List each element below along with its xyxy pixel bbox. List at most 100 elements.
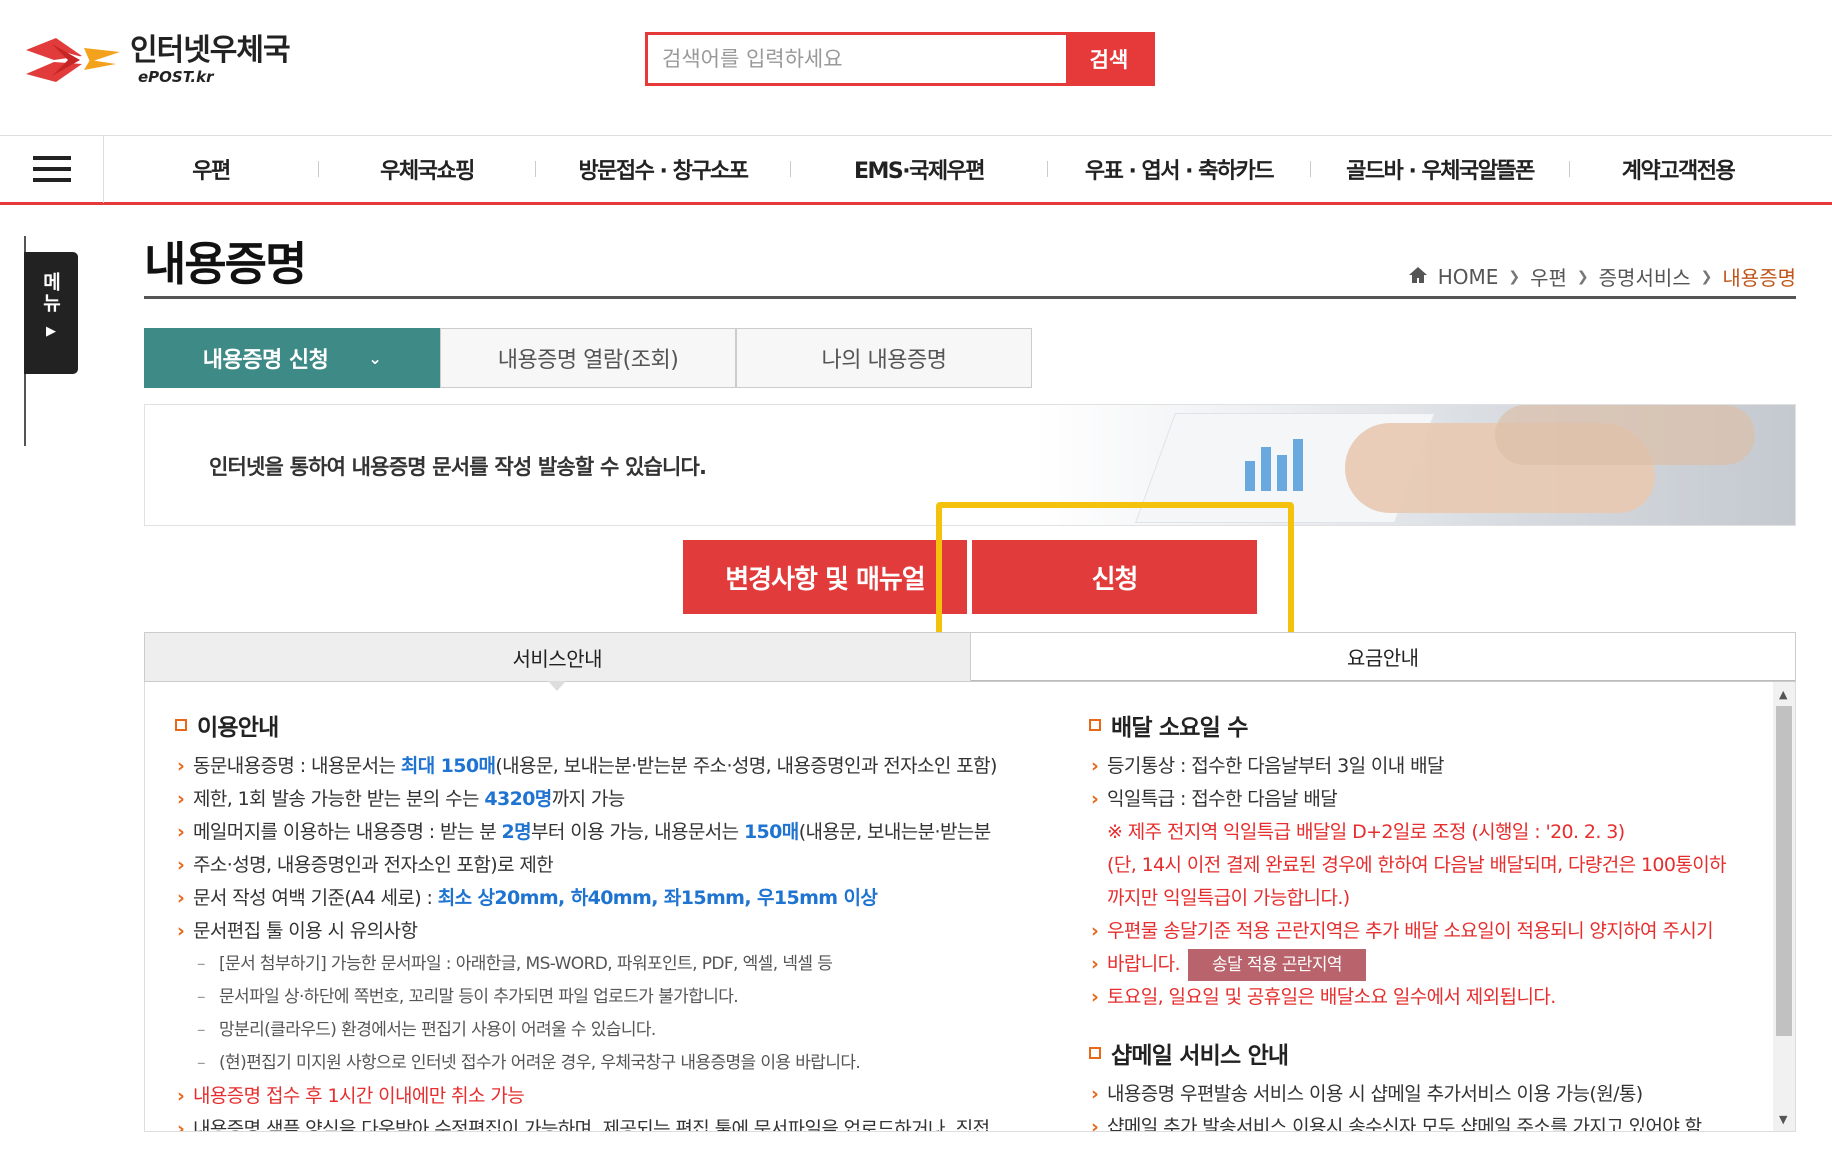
content-tabs: 내용증명 신청 ⌄ 내용증명 열람(조회) 나의 내용증명 (144, 328, 1032, 388)
title-divider (144, 296, 1796, 299)
nav-item-shopping[interactable]: 우체국쇼핑 (319, 153, 535, 185)
breadcrumb-current[interactable]: 내용증명 (1722, 262, 1796, 291)
sub-list-item: 망분리(클라우드) 환경에서는 편집기 사용이 어려울 수 있습니다. (175, 1014, 1035, 1047)
list-text: 메일머지를 이용하는 내용증명 : 받는 분 (193, 821, 502, 843)
highlight-text: 2명 (501, 821, 532, 843)
nav-item-goldbar[interactable]: 골드바 · 우체국알뜰폰 (1311, 153, 1569, 185)
logo-mark-icon (24, 34, 124, 86)
home-icon (1408, 265, 1428, 289)
nav-item-contract[interactable]: 계약고객전용 (1570, 153, 1786, 185)
nav-item-stamps[interactable]: 우표 · 엽서 · 축하카드 (1048, 153, 1310, 185)
tab-view[interactable]: 내용증명 열람(조회) (440, 328, 736, 388)
list-item-continued: 바랍니다. 송달 적용 곤란지역 (1089, 948, 1759, 981)
sub-list-item: (현)편집기 미지원 사항으로 인터넷 접수가 어려운 경우, 우체국창구 내용… (175, 1047, 1035, 1080)
list-item: 익일특급 : 접수한 다음날 배달 (1089, 783, 1759, 816)
page-title: 내용증명 (144, 237, 307, 291)
chart-bar-graphic (1277, 455, 1287, 491)
intro-banner: 인터넷을 통하여 내용증명 문서를 작성 발송할 수 있습니다. (144, 404, 1796, 526)
square-bullet-icon (1089, 719, 1101, 731)
list-text: 바랍니다. (1107, 953, 1181, 975)
breadcrumb: HOME ❯ 우편 ❯ 증명서비스 ❯ 내용증명 (1408, 262, 1796, 291)
shopmail-title-text: 샵메일 서비스 안내 (1111, 1043, 1289, 1069)
list-item-continued: 주소·성명, 내용증명인과 전자소인 포함)로 제한 (175, 849, 1035, 882)
hamburger-menu-icon[interactable] (0, 135, 104, 203)
list-item: 동문내용증명 : 내용문서는 최대 150매(내용문, 보내는분·받는분 주소·… (175, 750, 1035, 783)
list-item-cancel-notice: 내용증명 접수 후 1시간 이내에만 취소 가능 (175, 1080, 1035, 1113)
list-item-red: 우편물 송달기준 적용 곤란지역은 추가 배달 소요일이 적용되니 양지하여 주… (1089, 915, 1759, 948)
scroll-up-icon[interactable]: ▲ (1779, 688, 1787, 701)
chevron-right-icon: ❯ (1700, 268, 1713, 285)
sub-list-item: [문서 첨부하기] 가능한 문서파일 : 아래한글, MS-WORD, 파워포인… (175, 948, 1035, 981)
notice-text: 까지만 익일특급이 가능합니다.) (1107, 887, 1350, 909)
section-title-shopmail: 샵메일 서비스 안내 (1089, 1036, 1759, 1070)
breadcrumb-certificate[interactable]: 증명서비스 (1599, 262, 1691, 291)
highlight-text: 최대 150매 (400, 755, 496, 777)
tab-my[interactable]: 나의 내용증명 (736, 328, 1032, 388)
list-text: 주소·성명, 내용증명인과 전자소인 포함)로 제한 (193, 854, 554, 876)
list-item: 내용증명 우편발송 서비스 이용 시 샵메일 추가서비스 이용 가능(원/통) (1089, 1078, 1759, 1111)
highlight-text: 4320명 (484, 788, 552, 810)
list-text: 까지 가능 (551, 788, 626, 810)
subtab-service-info[interactable]: 서비스안내 (145, 633, 971, 691)
section-title-delivery: 배달 소요일 수 (1089, 708, 1759, 742)
delivery-guide: 배달 소요일 수 등기통상 : 접수한 다음날부터 3일 이내 배달 익일특급 … (1089, 708, 1759, 1131)
difficult-area-button[interactable]: 송달 적용 곤란지역 (1187, 948, 1366, 981)
banner-image (1035, 405, 1795, 525)
chart-bar-graphic (1261, 447, 1271, 491)
subtab-fee-info[interactable]: 요금안내 (970, 633, 1795, 681)
list-item: 문서 작성 여백 기준(A4 세로) : 최소 상20mm, 하40mm, 좌1… (175, 882, 1035, 915)
search-input[interactable] (648, 35, 1066, 83)
scroll-thumb[interactable] (1776, 706, 1792, 1036)
notice-text: (단, 14시 이전 결제 완료된 경우에 한하여 다음날 배달되며, 다량건은… (1107, 854, 1727, 876)
notice-text: ※ 제주 전지역 익일특급 배달일 D+2일로 조정 (시행일 : '20. 2… (1107, 821, 1625, 843)
highlight-text: 최소 상20mm, 하40mm, 좌15mm, 우15mm 이상 (437, 887, 878, 909)
search-box: 검색 (645, 32, 1155, 86)
hand-graphic (1495, 405, 1755, 465)
sub-list-item: 문서파일 상·하단에 쪽번호, 꼬리말 등이 추가되면 파일 업로드가 불가합니… (175, 981, 1035, 1014)
list-text: 부터 이용 가능, 내용문서는 (531, 821, 744, 843)
usage-guide: 이용안내 동문내용증명 : 내용문서는 최대 150매(내용문, 보내는분·받는… (175, 708, 1035, 1131)
manual-button[interactable]: 변경사항 및 매뉴얼 (683, 540, 967, 614)
list-item: 메일머지를 이용하는 내용증명 : 받는 분 2명부터 이용 가능, 내용문서는… (175, 816, 1035, 849)
square-bullet-icon (1089, 1047, 1101, 1059)
square-bullet-icon (175, 719, 187, 731)
nav-item-visit-pickup[interactable]: 방문접수 · 창구소포 (536, 153, 790, 185)
list-text: 동문내용증명 : 내용문서는 (193, 755, 401, 777)
chevron-right-icon: ❯ (1508, 268, 1521, 285)
search-button[interactable]: 검색 (1066, 35, 1152, 83)
list-text: 제한, 1회 발송 가능한 받는 분의 수는 (193, 788, 485, 810)
list-item-continued: 제한, 1회 발송 가능한 받는 분의 수는 4320명까지 가능 (175, 783, 1035, 816)
delivery-title-text: 배달 소요일 수 (1111, 715, 1248, 741)
list-text: 문서 작성 여백 기준(A4 세로) : (193, 887, 438, 909)
usage-title-text: 이용안내 (197, 715, 279, 741)
tab-apply-label: 내용증명 신청 (202, 348, 329, 373)
info-content: 이용안내 동문내용증명 : 내용문서는 최대 150매(내용문, 보내는분·받는… (144, 682, 1796, 1132)
chevron-right-icon: ❯ (1576, 268, 1589, 285)
scroll-down-icon[interactable]: ▼ (1779, 1113, 1787, 1126)
arrow-right-icon: ▶ (46, 324, 56, 339)
list-item: 등기통상 : 접수한 다음날부터 3일 이내 배달 (1089, 750, 1759, 783)
list-text: (내용문, 보내는분·받는분 (798, 821, 992, 843)
tab-apply[interactable]: 내용증명 신청 ⌄ (144, 328, 440, 388)
epost-logo[interactable]: 인터넷우체국 ePOST.kr (24, 30, 304, 90)
section-title-usage: 이용안내 (175, 708, 1035, 742)
list-item: 문서편집 툴 이용 시 유의사항 (175, 915, 1035, 948)
nav-item-ems[interactable]: EMS·국제우편 (791, 153, 1047, 185)
banner-text: 인터넷을 통하여 내용증명 문서를 작성 발송할 수 있습니다. (209, 455, 707, 479)
side-menu-tab[interactable]: 메뉴 ▶ (24, 252, 78, 374)
apply-button[interactable]: 신청 (972, 540, 1257, 614)
scrollbar[interactable]: ▲ ▼ (1773, 682, 1795, 1131)
main-nav: 우편 우체국쇼핑 방문접수 · 창구소포 EMS·국제우편 우표 · 엽서 · … (0, 135, 1832, 205)
nav-item-mail[interactable]: 우편 (104, 153, 318, 185)
chart-bar-graphic (1293, 439, 1303, 491)
chevron-down-icon: ⌄ (368, 348, 382, 368)
list-text: (내용문, 보내는분·받는분 주소·성명, 내용증명인과 전자소인 포함) (495, 755, 997, 777)
list-item-red: 토요일, 일요일 및 공휴일은 배달소요 일수에서 제외됩니다. (1089, 981, 1759, 1014)
logo-subtitle: ePOST.kr (138, 67, 214, 86)
info-subtabs: 서비스안내 요금안내 (144, 632, 1796, 691)
list-item: 샵메일 추가 발송서비스 이용시 송수신자 모두 샵메일 주소를 가지고 있어야… (1089, 1111, 1759, 1131)
side-menu-label: 메뉴 (39, 272, 62, 314)
breadcrumb-mail[interactable]: 우편 (1530, 262, 1567, 291)
breadcrumb-home[interactable]: HOME (1438, 265, 1499, 289)
list-item: 내용증명 샘플 양식을 다운받아 수정편집이 가능하며, 제공되는 편집 툴에 … (175, 1113, 1035, 1131)
